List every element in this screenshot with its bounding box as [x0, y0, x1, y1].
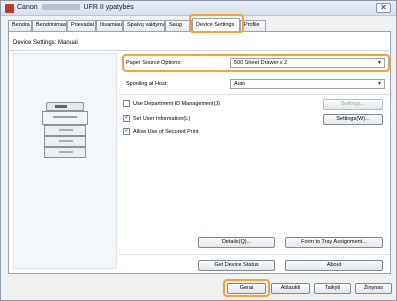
printer-preview-area [13, 53, 117, 269]
close-icon: ✕ [380, 3, 387, 12]
user-information-checkbox[interactable]: ✓ [123, 115, 130, 122]
divider [119, 254, 390, 255]
printer-tray-2 [44, 136, 86, 147]
window-title-suffix: UFR II ypatybės [83, 4, 134, 11]
printer-output-slot [53, 116, 77, 118]
tab-spalvu-valdymas[interactable]: Spalvų valdymas [123, 20, 165, 31]
paper-source-label: Paper Source Options: [126, 60, 182, 66]
tab-issamiau[interactable]: Išsamiau [96, 20, 123, 31]
paper-source-select[interactable]: 500 Sheet Drawer x 2 ▼ [230, 58, 385, 68]
department-settings-button[interactable]: Settings... [323, 99, 383, 110]
chevron-down-icon: ▼ [377, 81, 382, 87]
printer-top [46, 102, 84, 111]
secured-print-label: Allow Use of Secured Print [133, 129, 199, 135]
window-title-prefix: Canon [17, 4, 38, 11]
help-button[interactable]: Žinynas [355, 283, 392, 294]
spooling-label: Spooling at Host: [126, 81, 168, 87]
tab-saug[interactable]: Saug [165, 20, 192, 31]
tab-prievadai[interactable]: Prievadai [67, 20, 96, 31]
printer-body [42, 111, 88, 125]
device-settings-tab-highlight [189, 14, 244, 33]
divider [119, 94, 390, 95]
user-settings-button[interactable]: Settings(W)... [323, 114, 383, 125]
printer-illustration [42, 102, 88, 162]
properties-window: Canon UFR II ypatybės ✕ Bendra Bendrinim… [0, 0, 397, 301]
close-button[interactable]: ✕ [376, 3, 391, 13]
tab-bendrinimas[interactable]: Bendrinimas [32, 20, 67, 31]
printer-control-panel [55, 105, 67, 108]
tray-handle [59, 129, 73, 131]
tray-handle [59, 151, 73, 153]
department-id-checkbox[interactable] [123, 100, 130, 107]
department-id-label: Use Department ID Management(J) [133, 101, 221, 107]
get-device-status-button[interactable]: Get Device Status [198, 260, 275, 271]
spooling-select[interactable]: Auto ▼ [230, 79, 385, 89]
window-title: Canon UFR II ypatybės [17, 4, 134, 11]
cancel-button[interactable]: Atšaukti [271, 283, 310, 294]
spooling-value: Auto [234, 81, 246, 87]
device-settings-mode-label: Device Settings: Manual [13, 40, 78, 46]
about-button[interactable]: About [285, 260, 383, 271]
form-to-tray-button[interactable]: Form to Tray Assignment... [285, 237, 383, 248]
printer-app-icon [5, 4, 14, 13]
apply-button[interactable]: Taikyti [314, 283, 351, 294]
printer-tray-3 [44, 147, 86, 158]
secured-print-checkbox[interactable]: ✓ [123, 128, 130, 135]
details-button[interactable]: Details(Q)... [198, 237, 275, 248]
user-information-label: Set User Information(L) [133, 116, 191, 122]
tab-bendra[interactable]: Bendra [8, 20, 32, 31]
paper-source-value: 500 Sheet Drawer x 2 [234, 60, 288, 66]
ok-button[interactable]: Gerai [227, 283, 266, 294]
redacted-model-name [41, 4, 80, 11]
divider [10, 50, 389, 51]
tray-handle [59, 140, 73, 142]
chevron-down-icon: ▼ [377, 60, 382, 66]
printer-tray-1 [44, 125, 86, 136]
